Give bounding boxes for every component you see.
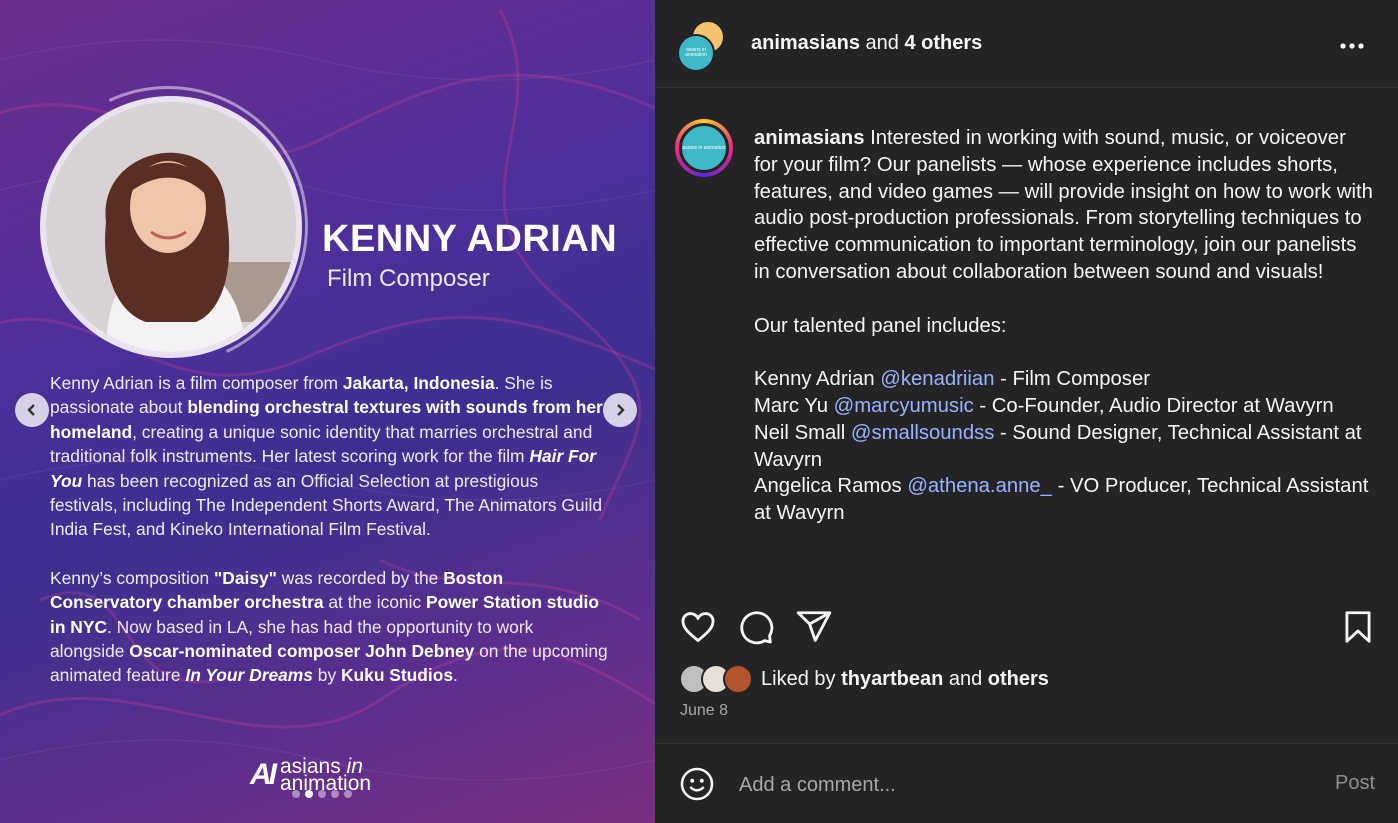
liked-by-and: and <box>943 667 988 690</box>
caption-avatar-text: asians in animation <box>682 144 726 151</box>
post-caption: animasians Interested in working with so… <box>754 125 1374 527</box>
caption-avatar-inner: asians in animation <box>679 123 729 173</box>
liked-by-text[interactable]: Liked by thyartbean and others <box>761 668 1049 691</box>
post-media-slide[interactable]: KENNY ADRIAN Film Composer Kenny Adrian … <box>0 0 655 823</box>
post-authors[interactable]: animasians and 4 others <box>751 32 982 55</box>
heart-icon <box>681 612 715 643</box>
carousel-dot <box>318 790 326 798</box>
bio-text-run: has been recognized as an Official Selec… <box>50 470 602 540</box>
carousel-next-button[interactable] <box>603 393 637 427</box>
carousel-dot <box>292 790 300 798</box>
panelist-role: - Co-Founder, Audio Director at Wavyrn <box>973 394 1334 417</box>
panelist-name: Marc Yu <box>754 394 834 417</box>
authors-others[interactable]: 4 others <box>904 32 982 54</box>
post-details-panel: asians in animation animasians and 4 oth… <box>655 0 1398 823</box>
slide-person-role: Film Composer <box>327 265 490 292</box>
post-date[interactable]: June 8 <box>680 702 728 720</box>
slide-bio-paragraph-1: Kenny Adrian is a film composer from Jak… <box>50 371 610 542</box>
panelist-handle-link[interactable]: @marcyumusic <box>834 395 974 417</box>
share-button[interactable] <box>795 608 833 646</box>
panelist-name: Neil Small <box>754 421 851 444</box>
slide-bio: Kenny Adrian is a film composer from Jak… <box>50 371 610 712</box>
panelist-line: Neil Small @smallsoundss - Sound Designe… <box>754 422 1367 471</box>
author-username[interactable]: animasians <box>751 32 860 54</box>
likes-summary: Liked by thyartbean and others <box>679 664 1049 694</box>
liked-by-user[interactable]: thyartbean <box>841 668 943 690</box>
logo-mark: AI <box>250 758 277 791</box>
panelist-line: Angelica Ramos @athena.anne_ - VO Produc… <box>754 475 1374 524</box>
emoji-button[interactable] <box>679 766 715 802</box>
bio-text-run: Kenny Adrian is a film composer from <box>50 373 343 393</box>
carousel-dot <box>331 790 339 798</box>
author-avatar: asians in animation <box>677 34 715 72</box>
portrait-illustration <box>46 102 296 352</box>
comment-bar: Post <box>655 743 1398 823</box>
caption-panel-heading: Our talented panel includes: <box>754 314 1007 337</box>
liker-avatar[interactable] <box>723 664 753 694</box>
emoji-icon <box>680 767 714 801</box>
post-header: asians in animation animasians and 4 oth… <box>655 0 1398 88</box>
panelist-list: Kenny Adrian @kenadriian - Film Composer… <box>754 368 1374 524</box>
panelist-line: Kenny Adrian @kenadriian - Film Composer <box>754 368 1150 390</box>
author-avatar-text: asians in animation <box>685 47 707 58</box>
slide-person-name: KENNY ADRIAN <box>322 218 618 260</box>
like-button[interactable] <box>679 608 717 646</box>
post-actions <box>655 600 1398 654</box>
save-button[interactable] <box>1339 608 1377 646</box>
bio-text-run: was recorded by the <box>276 567 444 588</box>
caption-author-avatar[interactable]: asians in animation <box>675 119 733 177</box>
bio-text-run: Jakarta, Indonesia <box>342 373 495 393</box>
slide-bio-paragraph-2: Kenny’s composition "Daisy" was recorded… <box>50 566 610 688</box>
bio-text-run: Kuku Studios <box>340 665 454 686</box>
liked-by-prefix: Liked by <box>761 667 842 690</box>
carousel-dot <box>305 790 313 798</box>
bio-text-run: Oscar-nominated composer John Debney <box>129 641 475 662</box>
bio-text-run: by <box>312 665 341 686</box>
bio-text-run: . <box>453 665 458 686</box>
asians-in-animation-logo: AI asians in animation <box>250 756 371 794</box>
collab-avatars[interactable]: asians in animation <box>677 20 729 72</box>
bio-text-run: In Your Dreams <box>185 665 313 686</box>
chevron-right-icon <box>617 404 625 416</box>
share-icon <box>796 611 832 642</box>
carousel-dot <box>344 790 352 798</box>
liked-by-others[interactable]: others <box>988 668 1049 690</box>
instagram-post: KENNY ADRIAN Film Composer Kenny Adrian … <box>0 0 1398 823</box>
panelist-line: Marc Yu @marcyumusic - Co-Founder, Audio… <box>754 395 1334 417</box>
panelist-handle-link[interactable]: @smallsoundss <box>851 422 994 444</box>
panelist-name: Angelica Ramos <box>754 475 908 498</box>
bio-text-run: "Daisy" <box>214 567 277 588</box>
carousel-prev-button[interactable] <box>15 393 49 427</box>
bio-text-run: Kenny’s composition <box>50 567 215 588</box>
more-options-button[interactable] <box>1339 30 1365 56</box>
portrait-photo <box>40 96 302 358</box>
comment-input[interactable] <box>739 770 1299 800</box>
authors-and: and <box>859 32 905 54</box>
carousel-dots <box>292 790 352 798</box>
more-horizontal-icon <box>1340 43 1364 49</box>
panelist-name: Kenny Adrian <box>754 368 881 391</box>
panelist-handle-link[interactable]: @kenadriian <box>880 368 994 390</box>
caption-username[interactable]: animasians <box>754 127 864 149</box>
panelist-handle-link[interactable]: @athena.anne_ <box>907 475 1052 497</box>
bookmark-icon <box>1345 611 1371 643</box>
comment-button[interactable] <box>737 608 775 646</box>
logo-wordmark: asians in animation <box>280 756 371 794</box>
bio-text-run: , creating a unique sonic identity that … <box>50 421 593 467</box>
caption-intro: Interested in working with sound, music,… <box>754 127 1379 283</box>
caption-section: asians in animation animasians Intereste… <box>655 89 1398 589</box>
comment-icon <box>740 611 774 645</box>
chevron-left-icon <box>27 404 35 416</box>
post-comment-button[interactable]: Post <box>1335 772 1375 795</box>
panelist-role: - Film Composer <box>994 368 1150 391</box>
bio-text-run: at the iconic <box>323 592 426 613</box>
